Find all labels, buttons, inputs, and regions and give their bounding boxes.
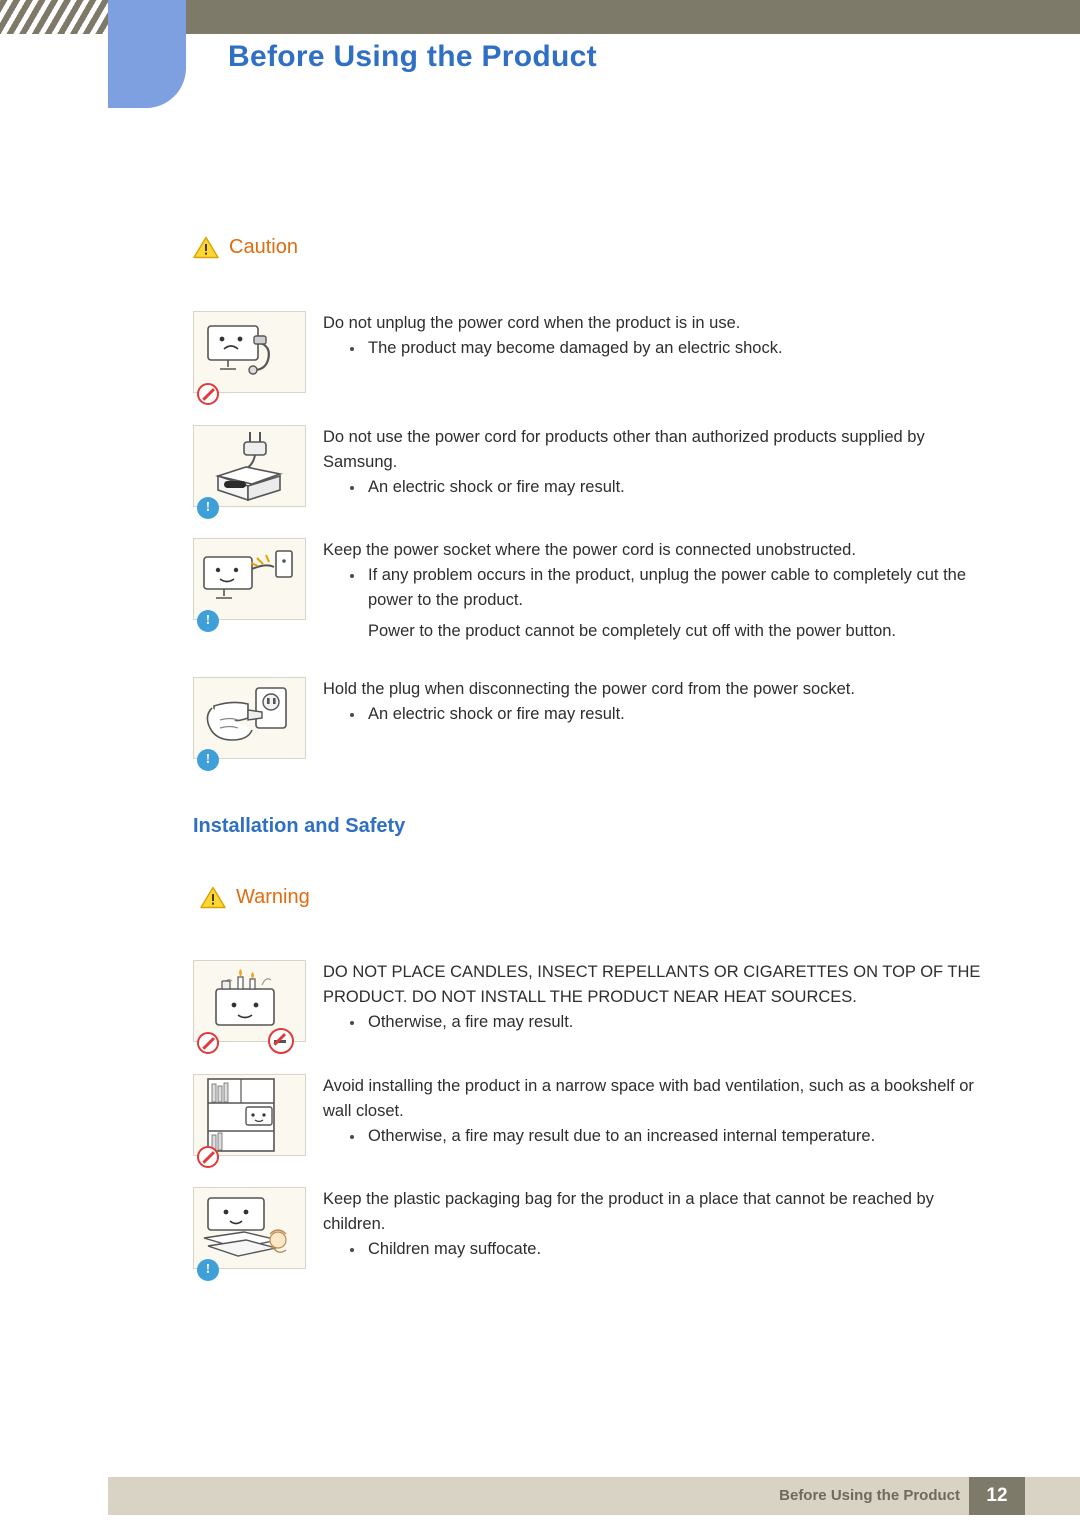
warning-3-line-1: Children may suffocate. [323,1237,983,1262]
caution-heading: Caution [193,236,298,259]
monitor-unplug-prohibited-icon [193,311,306,393]
caution-4-line-0: Hold the plug when disconnecting the pow… [323,680,855,698]
warning-1-line-0: DO NOT PLACE CANDLES, INSECT REPELLANTS … [323,963,981,1006]
warning-3-line-0: Keep the plastic packaging bag for the p… [323,1190,934,1233]
info-badge-icon: ! [197,497,219,519]
caution-row-2-text: Do not use the power cord for products o… [323,425,983,500]
caution-3-line-0: Keep the power socket where the power co… [323,541,856,559]
prohibited-badge-icon [197,1146,219,1168]
prohibited-badge-icon [197,383,219,405]
prohibited-badge-icon [197,1032,219,1054]
caution-label: Caution [229,236,298,258]
caution-row-1-text: Do not unplug the power cord when the pr… [323,311,983,361]
caution-row-4-text: Hold the plug when disconnecting the pow… [323,677,983,727]
caution-3-line-2: Power to the product cannot be completel… [368,622,897,640]
section-title-installation-and-safety: Installation and Safety [193,815,406,837]
footer-title: Before Using the Product [779,1487,960,1504]
warning-heading: Warning [200,886,310,909]
power-cord-samsung-box-icon [193,425,306,507]
header-hatch-decoration [0,0,108,34]
caution-2-line-0: Do not use the power cord for products o… [323,428,925,471]
warning-label: Warning [236,886,310,908]
caution-1-line-1: The product may become damaged by an ele… [323,336,983,361]
warning-triangle-icon [200,886,226,909]
warning-2-line-0: Avoid installing the product in a narrow… [323,1077,974,1120]
caution-1-line-0: Do not unplug the power cord when the pr… [323,314,741,332]
info-badge-icon: ! [197,610,219,632]
warning-row-2-text: Avoid installing the product in a narrow… [323,1074,983,1149]
info-badge-icon: ! [197,1259,219,1281]
warning-row-3-text: Keep the plastic packaging bag for the p… [323,1187,983,1262]
caution-2-line-1: An electric shock or fire may result. [323,475,983,500]
page-number: 12 [969,1477,1025,1515]
hand-holding-plug-icon [193,677,306,759]
monitor-power-socket-icon [193,538,306,620]
caution-row-3-text: Keep the power socket where the power co… [323,538,983,644]
warning-2-line-1: Otherwise, a fire may result due to an i… [323,1124,983,1149]
monitor-in-bookshelf-icon [193,1074,306,1156]
page-title: Before Using the Product [228,40,597,73]
header-blue-tab [108,0,186,108]
info-badge-icon: ! [197,749,219,771]
no-smoking-badge-icon [268,1028,294,1054]
caution-3-line-1: If any problem occurs in the product, un… [323,563,983,613]
plastic-bag-child-icon [193,1187,306,1269]
warning-triangle-icon [193,236,219,259]
warning-1-line-1: Otherwise, a fire may result. [323,1010,983,1035]
caution-4-line-1: An electric shock or fire may result. [323,702,983,727]
warning-row-1-text: DO NOT PLACE CANDLES, INSECT REPELLANTS … [323,960,983,1035]
